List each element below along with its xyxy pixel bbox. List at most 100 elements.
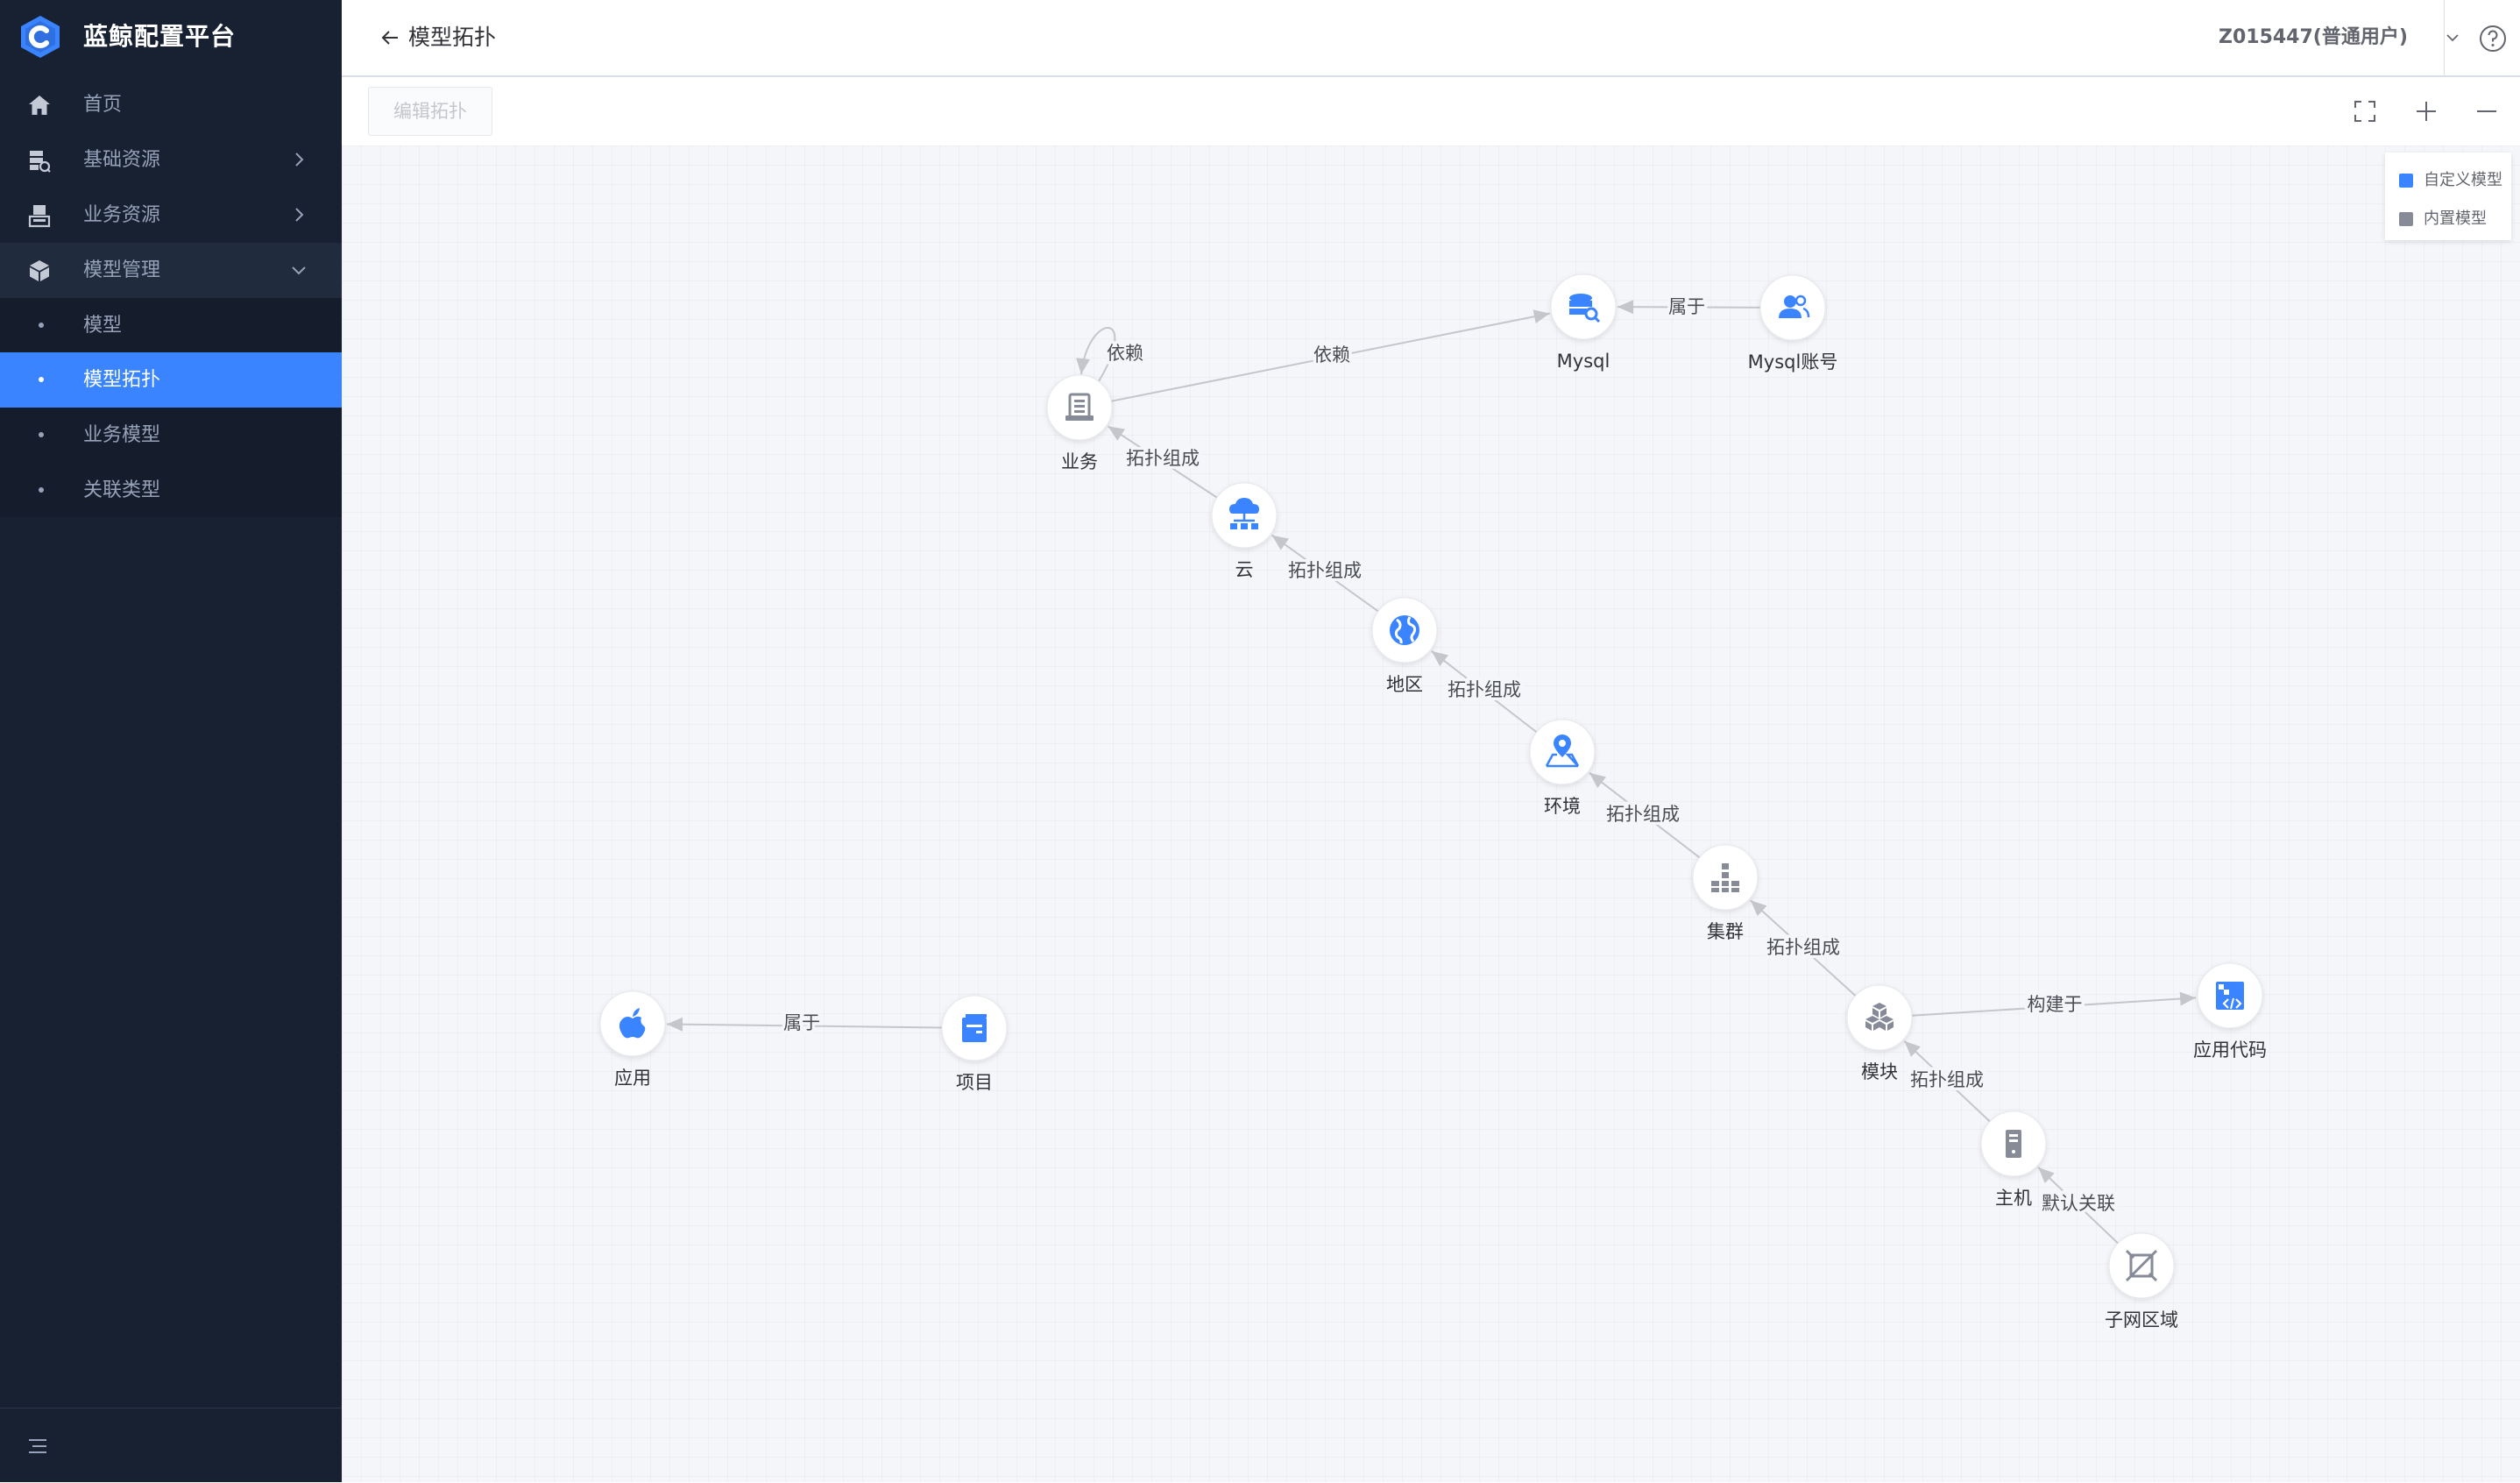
node-label: 模块: [1861, 1061, 1898, 1082]
legend-label: 自定义模型: [2424, 171, 2502, 189]
topology-node-subnet[interactable]: 子网区域: [2105, 1232, 2178, 1330]
topology-node-region[interactable]: 地区: [1371, 597, 1438, 695]
topology-edge[interactable]: 依赖: [1076, 327, 1147, 382]
user-menu[interactable]: Z015447(普通用户): [2219, 0, 2459, 75]
node-label: 云: [1235, 559, 1254, 580]
topology-node-app[interactable]: 应用: [599, 990, 666, 1089]
bullet-icon: [39, 487, 44, 493]
node-label: 子网区域: [2105, 1309, 2178, 1330]
sidebar-item-basic-resources[interactable]: 基础资源: [0, 132, 342, 188]
legend-swatch: [2399, 212, 2413, 226]
business-icon: [28, 205, 51, 228]
node-circle: [1846, 984, 1913, 1051]
node-layer: 业务 Mysql Mysql账号云地区环境集群模块 应用代码主机子网区域 应用 项目: [599, 273, 2267, 1330]
topology-canvas[interactable]: 依赖 依赖 属于 拓扑组成 拓扑组成 拓扑组成 拓扑组成 拓扑组成 构建于 拓扑组成 默认关联 属于业…: [342, 145, 2520, 1482]
sidebar-item-business-resources[interactable]: 业务资源: [0, 188, 342, 243]
sidebar-footer: [0, 1408, 342, 1483]
legend-label: 内置模型: [2424, 209, 2487, 228]
sidebar-item-label: 模型拓扑: [83, 369, 161, 391]
topology-edge[interactable]: 拓扑组成: [1271, 534, 1379, 613]
sidebar-item-association-types[interactable]: 关联类型: [0, 463, 342, 518]
project-icon: [962, 1014, 987, 1042]
sidebar-item-label: 基础资源: [83, 149, 161, 171]
topology-edge[interactable]: 构建于: [1911, 991, 2197, 1018]
node-label: Mysql账号: [1748, 351, 1838, 373]
toolbar: 编辑拓扑: [342, 77, 2520, 145]
home-icon: [29, 96, 50, 115]
topology-node-env[interactable]: 环境: [1529, 719, 1596, 817]
node-label: 集群: [1707, 921, 1744, 942]
topology-node-mysql[interactable]: Mysql: [1550, 273, 1617, 372]
user-name: Z015447(普通用户): [2219, 26, 2408, 48]
top-header: 模型拓扑 Z015447(普通用户): [342, 0, 2520, 77]
sidebar-item-label: 模型管理: [83, 259, 161, 281]
edge-label: 属于: [1668, 296, 1705, 317]
code-icon: [2216, 982, 2244, 1010]
logo-icon: [21, 16, 60, 58]
topology-edge[interactable]: 拓扑组成: [1108, 425, 1218, 499]
node-circle: [1759, 274, 1826, 341]
node-label: Mysql: [1557, 351, 1610, 372]
server-icon: [2006, 1130, 2021, 1158]
topology-edge[interactable]: 拓扑组成: [1431, 650, 1538, 734]
sidebar-item-home[interactable]: 首页: [0, 77, 342, 132]
collapse-menu-icon[interactable]: [26, 1437, 49, 1456]
topology-edge[interactable]: 拓扑组成: [1903, 1040, 1991, 1123]
sidebar-item-label: 业务模型: [83, 424, 161, 446]
node-label: 项目: [956, 1072, 993, 1093]
node-label: 应用代码: [2193, 1040, 2267, 1061]
edge-label: 拓扑组成: [1766, 937, 1840, 958]
cube-icon: [30, 260, 49, 281]
sidebar-item-label: 业务资源: [83, 204, 161, 226]
edge-label: 构建于: [2028, 994, 2083, 1015]
bullet-icon: [39, 432, 44, 437]
sidebar-item-label: 关联类型: [83, 479, 161, 501]
topology-edge[interactable]: 默认关联: [2037, 1167, 2119, 1245]
node-label: 环境: [1544, 796, 1581, 817]
header-divider: [2444, 0, 2445, 75]
sidebar-item-label: 模型: [83, 315, 123, 337]
topology-edge[interactable]: 拓扑组成: [1750, 899, 1857, 997]
topology-node-appcode[interactable]: 应用代码: [2193, 962, 2267, 1061]
sidebar-item-model[interactable]: 模型: [0, 298, 342, 353]
topology-node-module[interactable]: 模块: [1846, 984, 1913, 1082]
sidebar-item-business-model[interactable]: 业务模型: [0, 408, 342, 463]
topology-node-project[interactable]: 项目: [941, 995, 1008, 1093]
zoom-in-icon[interactable]: [2413, 98, 2439, 124]
topology-edge[interactable]: 拓扑组成: [1589, 771, 1701, 859]
topology-edge[interactable]: 属于: [666, 1010, 943, 1037]
sidebar-item-label: 首页: [83, 94, 123, 116]
topology-node-mysqlacc[interactable]: Mysql账号: [1748, 274, 1838, 373]
fullscreen-icon[interactable]: [2352, 98, 2378, 124]
sidebar-item-model-topology[interactable]: 模型拓扑: [0, 352, 342, 408]
sidebar: 蓝鲸配置平台 首页 基础资源 业务资源 模型管理 模型 模型拓扑 业务模型 关联…: [0, 0, 342, 1482]
app-title: 蓝鲸配置平台: [83, 22, 237, 51]
edge-label: 依赖: [1313, 344, 1350, 365]
topology-graph[interactable]: 依赖 依赖属于拓扑组成拓扑组成拓扑组成拓扑组成拓扑组成构建于拓扑组成默认关联属于业…: [342, 145, 2520, 1482]
topology-node-cloud[interactable]: 云: [1211, 482, 1278, 580]
topology-edge[interactable]: 依赖: [1111, 309, 1550, 402]
node-label: 地区: [1386, 674, 1423, 695]
edge-label: 属于: [783, 1012, 820, 1033]
edge-layer: 依赖 依赖属于拓扑组成拓扑组成拓扑组成拓扑组成拓扑组成构建于拓扑组成默认关联属于: [666, 294, 2197, 1245]
zoom-out-icon[interactable]: [2474, 98, 2500, 124]
chevron-down-icon: [2446, 34, 2459, 42]
node-label: 主机: [1995, 1188, 2032, 1209]
edge-label: 拓扑组成: [1606, 804, 1680, 825]
bullet-icon: [39, 323, 44, 328]
globe-icon: [1390, 615, 1419, 645]
database-icon: [30, 151, 51, 173]
topology-node-cluster[interactable]: 集群: [1692, 844, 1759, 942]
topology-edge[interactable]: 属于: [1617, 294, 1761, 321]
edge-label: 拓扑组成: [1448, 679, 1521, 700]
legend-swatch: [2399, 174, 2413, 188]
topology-node-biz[interactable]: 业务: [1046, 374, 1113, 472]
node-label: 业务: [1061, 451, 1098, 472]
edit-topology-button[interactable]: 编辑拓扑: [368, 87, 492, 136]
sidebar-item-model-management[interactable]: 模型管理: [0, 243, 342, 298]
help-icon[interactable]: [2478, 24, 2508, 53]
brand[interactable]: 蓝鲸配置平台: [0, 0, 342, 74]
edge-label: 拓扑组成: [1910, 1069, 1984, 1090]
topology-node-host[interactable]: 主机: [1980, 1110, 2047, 1209]
page-title: 模型拓扑: [408, 25, 497, 50]
